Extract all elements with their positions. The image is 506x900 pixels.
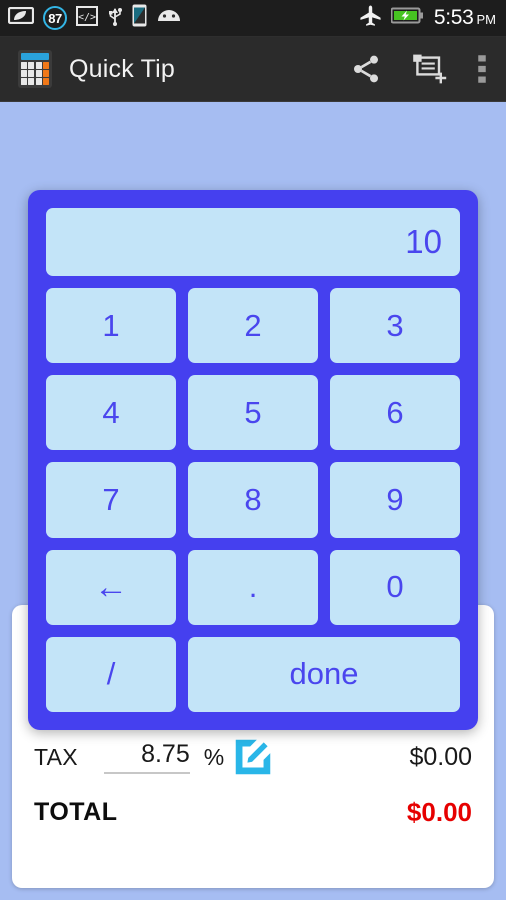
status-bar-right-icons: 5:53 PM bbox=[359, 4, 496, 32]
calculator-icon bbox=[18, 50, 52, 88]
app-bar: Quick Tip bbox=[0, 37, 506, 102]
status-bar-clock: 5:53 PM bbox=[434, 6, 496, 30]
calc-key-3[interactable]: 3 bbox=[330, 288, 460, 364]
tax-percent-input[interactable]: 8.75 bbox=[103, 740, 190, 774]
calc-key-9[interactable]: 9 bbox=[330, 462, 460, 538]
calc-key-2[interactable]: 2 bbox=[188, 288, 318, 364]
calculator-icon-keys bbox=[21, 62, 49, 85]
calc-key-decimal[interactable]: . bbox=[188, 549, 318, 625]
total-label: TOTAL bbox=[34, 797, 118, 826]
add-note-icon[interactable] bbox=[412, 53, 448, 85]
total-amount: $0.00 bbox=[406, 796, 472, 827]
share-icon[interactable] bbox=[350, 53, 382, 85]
tax-percent-unit: % bbox=[203, 743, 225, 770]
calculator-keypad: 1 2 3 4 5 6 7 8 9 ← . 0 / done bbox=[46, 288, 460, 712]
airplane-mode-icon bbox=[359, 4, 382, 32]
page-title: Quick Tip bbox=[69, 54, 175, 83]
battery-charging-icon bbox=[390, 7, 423, 29]
phone-icon bbox=[132, 4, 147, 32]
leaf-battery-icon bbox=[7, 6, 35, 29]
calc-key-5[interactable]: 5 bbox=[188, 375, 318, 451]
tax-label: TAX bbox=[34, 743, 78, 770]
total-row: TOTAL $0.00 bbox=[34, 786, 472, 838]
clock-ampm: PM bbox=[476, 12, 497, 27]
calc-key-6[interactable]: 6 bbox=[330, 375, 460, 451]
clock-time: 5:53 bbox=[433, 6, 474, 29]
tax-row: TAX 8.75 % $0.00 bbox=[34, 728, 472, 786]
svg-text:</>: </> bbox=[78, 12, 96, 23]
android-robot-icon bbox=[156, 8, 182, 28]
calc-key-8[interactable]: 8 bbox=[188, 462, 318, 538]
calculator-display[interactable]: 10 bbox=[46, 208, 460, 276]
app-bar-actions bbox=[350, 53, 486, 85]
calc-key-backspace[interactable]: ← bbox=[46, 549, 176, 625]
calc-key-1[interactable]: 1 bbox=[46, 288, 176, 364]
calc-key-0[interactable]: 0 bbox=[330, 549, 460, 625]
tax-percent-value: 8.75 bbox=[141, 740, 190, 768]
status-bar-left-icons: 87 </> bbox=[7, 4, 359, 32]
calc-key-divide[interactable]: / bbox=[46, 636, 176, 712]
calculator-icon-screen bbox=[21, 53, 49, 60]
notification-count-value: 87 bbox=[48, 10, 62, 26]
calc-key-done[interactable]: done bbox=[188, 636, 460, 712]
edit-pencil-icon[interactable] bbox=[230, 734, 276, 780]
notification-count-badge: 87 bbox=[43, 6, 67, 30]
status-bar: 87 </> 5:53 PM bbox=[0, 0, 506, 37]
calculator-display-value: 10 bbox=[405, 223, 442, 260]
calc-key-4[interactable]: 4 bbox=[46, 375, 176, 451]
tax-amount: $0.00 bbox=[409, 742, 473, 771]
developer-mode-icon: </> bbox=[76, 5, 98, 31]
overflow-menu-icon[interactable] bbox=[478, 54, 486, 84]
calc-key-7[interactable]: 7 bbox=[46, 462, 176, 538]
usb-icon bbox=[107, 5, 123, 31]
numeric-keypad-dialog: 10 1 2 3 4 5 6 7 8 9 ← . 0 / done bbox=[28, 190, 478, 730]
